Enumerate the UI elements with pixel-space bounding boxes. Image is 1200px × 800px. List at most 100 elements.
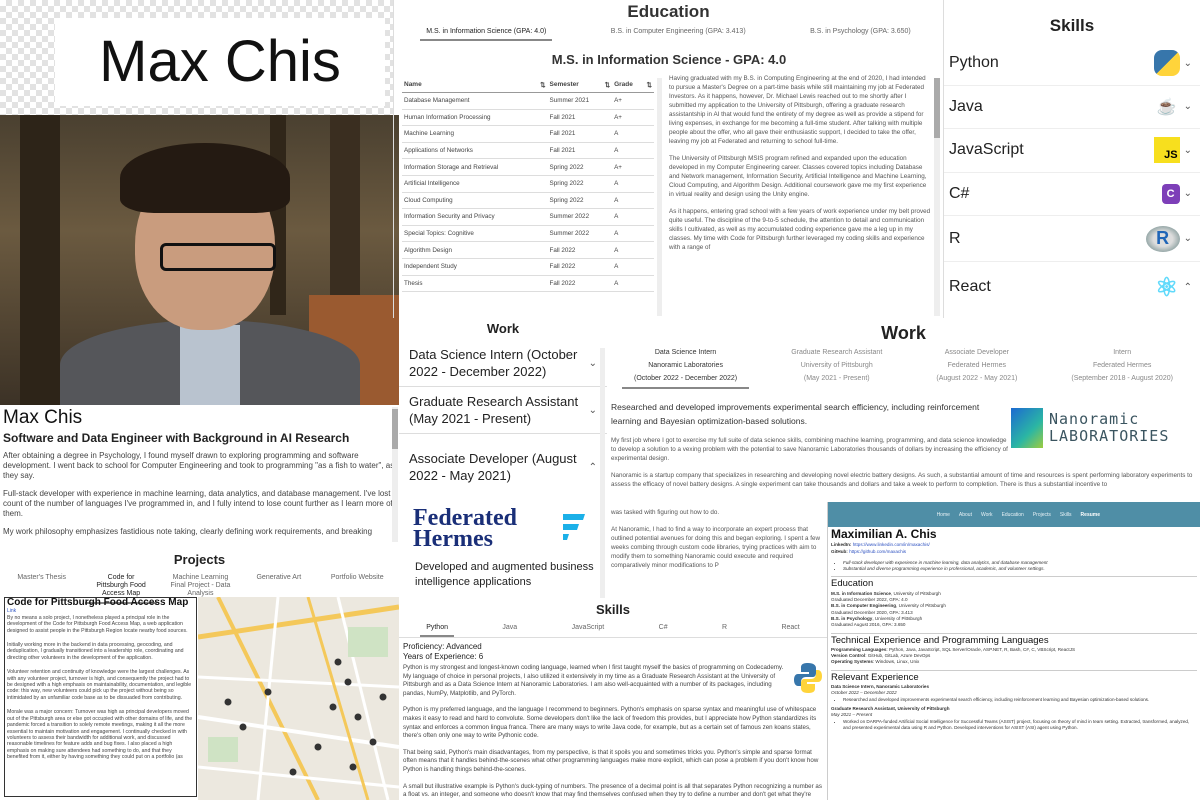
chevron-down-icon: ⌄ xyxy=(588,357,597,369)
work-tabs: Data Science Intern Nanoramic Laboratorie… xyxy=(607,344,1200,389)
table-row[interactable]: Database Management Summer 2021 A+ xyxy=(402,92,654,110)
work-item-associate-developer[interactable]: Associate Developer (August 2022 - May 2… xyxy=(399,444,607,490)
course-grade: A xyxy=(612,125,654,143)
sort-icon[interactable]: ⇅ xyxy=(647,81,652,89)
column-grade[interactable]: Grade ⇅ xyxy=(612,78,654,93)
table-row[interactable]: Cloud Computing Spring 2022 A xyxy=(402,192,654,210)
course-grade: A xyxy=(612,192,654,210)
food-access-map[interactable] xyxy=(198,597,399,800)
course-name: Information Security and Privacy xyxy=(402,208,548,226)
course-semester: Summer 2021 xyxy=(547,92,613,110)
course-semester: Spring 2022 xyxy=(547,158,613,176)
resume-page: Home About Work Education Projects Skill… xyxy=(827,502,1200,800)
nav-home[interactable]: Home xyxy=(937,512,950,518)
project-paragraph: Initially working more in the backend in… xyxy=(7,642,184,661)
education-paragraph: The University of Pittsburgh MSIS progra… xyxy=(669,155,927,198)
resume-experience-heading: Relevant Experience xyxy=(831,669,1197,682)
tab-r[interactable]: R xyxy=(716,620,733,637)
course-name: Machine Learning xyxy=(402,125,548,143)
skill-item-python[interactable]: Python ⌄ xyxy=(944,42,1200,86)
tab-generative-art[interactable]: Generative Art xyxy=(244,570,314,586)
tab-javascript[interactable]: JavaScript xyxy=(566,620,611,637)
federated-description: Developed and augmented business intelli… xyxy=(415,561,594,588)
linkedin-link[interactable]: https://www.linkedin.com/in/maxachis/ xyxy=(853,542,930,547)
course-semester: Fall 2021 xyxy=(547,125,613,143)
tab-bs-computer-engineering[interactable]: B.S. in Computer Engineering (GPA: 3.413… xyxy=(605,24,752,41)
education-description: Having graduated with my B.S. in Computi… xyxy=(669,74,931,314)
chevron-down-icon: ⌄ xyxy=(1183,233,1192,244)
course-name: Algorithm Design xyxy=(402,241,548,259)
resume-tech-heading: Technical Experience and Programming Lan… xyxy=(831,632,1197,645)
resume-bullet: Substantial and diverse programming expe… xyxy=(843,566,1197,572)
bio-tagline: Software and Data Engineer with Backgrou… xyxy=(3,431,350,445)
tab-associate-developer[interactable]: Associate Developer Federated Hermes (Augu… xyxy=(924,344,1029,389)
tab-masters-thesis[interactable]: Master's Thesis xyxy=(2,570,82,586)
work-paragraph: Nanoramic is a startup company that spec… xyxy=(611,472,1193,488)
project-card: Code for Pittsburgh Food Access Map Link… xyxy=(4,597,197,797)
nav-resume[interactable]: Resume xyxy=(1081,512,1100,518)
skill-item-csharp[interactable]: C# C ⌄ xyxy=(944,173,1200,216)
table-row[interactable]: Thesis Fall 2022 A xyxy=(402,275,654,293)
nav-education[interactable]: Education xyxy=(1002,512,1024,518)
tab-bs-psychology[interactable]: B.S. in Psychology (GPA: 3.650) xyxy=(804,24,917,41)
work-item-data-science-intern[interactable]: Data Science Intern (October 2022 - Dece… xyxy=(399,340,607,387)
work-item-graduate-research-assistant[interactable]: Graduate Research Assistant (May 2021 - … xyxy=(399,387,607,434)
work-paragraph: was tasked with figuring out how to do. xyxy=(611,509,720,516)
description-scrollbar[interactable] xyxy=(934,78,940,316)
tab-data-science-intern[interactable]: Data Science Intern Nanoramic Laboratorie… xyxy=(622,344,750,389)
skill-item-r[interactable]: R R ⌄ xyxy=(944,216,1200,262)
course-grade: A xyxy=(612,241,654,259)
education-paragraph: As it happens, entering grad school with… xyxy=(669,208,931,251)
tab-csharp[interactable]: C# xyxy=(653,620,674,637)
nav-projects[interactable]: Projects xyxy=(1033,512,1051,518)
table-row[interactable]: Human Information Processing Fall 2021 A+ xyxy=(402,109,654,127)
table-row[interactable]: Applications of Networks Fall 2021 A xyxy=(402,142,654,160)
table-row[interactable]: Information Security and Privacy Summer 2… xyxy=(402,208,654,226)
course-semester: Fall 2022 xyxy=(547,258,613,276)
tab-graduate-research-assistant[interactable]: Graduate Research Assistant University of… xyxy=(779,344,894,389)
table-row[interactable]: Information Storage and Retrieval Spring … xyxy=(402,158,654,176)
project-link[interactable]: Link xyxy=(7,608,16,614)
github-link[interactable]: https://github.com/maxachis xyxy=(849,549,906,554)
nav-about[interactable]: About xyxy=(959,512,972,518)
bio-paragraph: Full-stack developer with experience in … xyxy=(3,489,393,518)
map-graphic xyxy=(198,597,399,800)
tab-python[interactable]: Python xyxy=(420,620,454,637)
banner-name: Max Chis xyxy=(55,18,385,106)
sort-icon[interactable]: ⇅ xyxy=(540,81,545,89)
table-row[interactable]: Algorithm Design Fall 2022 A xyxy=(402,241,654,259)
tab-ms-information-science[interactable]: M.S. in Information Science (GPA: 4.0) xyxy=(420,24,553,41)
table-row[interactable]: Artificial Intelligence Spring 2022 A xyxy=(402,175,654,193)
skill-item-javascript[interactable]: JavaScript JS ⌄ xyxy=(944,129,1200,173)
table-row[interactable]: Special Topics: Cognitive Summer 2022 A xyxy=(402,225,654,243)
work-accordion-scrollbar[interactable] xyxy=(600,348,605,598)
course-grade: A xyxy=(612,275,654,293)
react-icon: ⚛ xyxy=(1154,271,1179,302)
table-row[interactable]: Machine Learning Fall 2021 A xyxy=(402,125,654,143)
bio-scrollbar[interactable] xyxy=(392,407,398,542)
course-semester: Fall 2022 xyxy=(547,275,613,293)
education-paragraph: Having graduated with my B.S. in Computi… xyxy=(669,75,926,145)
column-semester[interactable]: Semester ⇅ xyxy=(547,78,613,93)
skills-tabs: Python Java JavaScript C# R React xyxy=(399,620,827,638)
skill-item-react[interactable]: React ⚛ ⌃ xyxy=(944,262,1200,312)
sort-icon[interactable]: ⇅ xyxy=(605,81,610,89)
course-grade: A xyxy=(612,208,654,226)
table-scrollbar[interactable] xyxy=(657,78,662,316)
nanoramic-logo: Nanoramic LABORATORIES xyxy=(1011,404,1200,452)
skill-item-java[interactable]: Java ☕ ⌄ xyxy=(944,86,1200,129)
tab-intern[interactable]: Intern Federated Hermes (September 2018 - … xyxy=(1059,344,1185,389)
tab-java[interactable]: Java xyxy=(496,620,523,637)
bio-section: Max Chis Software and Data Engineer with… xyxy=(0,405,399,548)
tab-portfolio-website[interactable]: Portfolio Website xyxy=(317,570,397,586)
course-semester: Summer 2022 xyxy=(547,208,613,226)
education-section: Education M.S. in Information Science (G… xyxy=(393,0,943,318)
tab-react[interactable]: React xyxy=(775,620,805,637)
table-row[interactable]: Independent Study Fall 2022 A xyxy=(402,258,654,276)
column-name[interactable]: Name ⇅ xyxy=(402,78,548,93)
nav-skills[interactable]: Skills xyxy=(1060,512,1072,518)
course-grade: A xyxy=(612,225,654,243)
course-grade: A+ xyxy=(612,92,654,110)
profile-photo xyxy=(0,115,399,405)
nav-work[interactable]: Work xyxy=(981,512,993,518)
